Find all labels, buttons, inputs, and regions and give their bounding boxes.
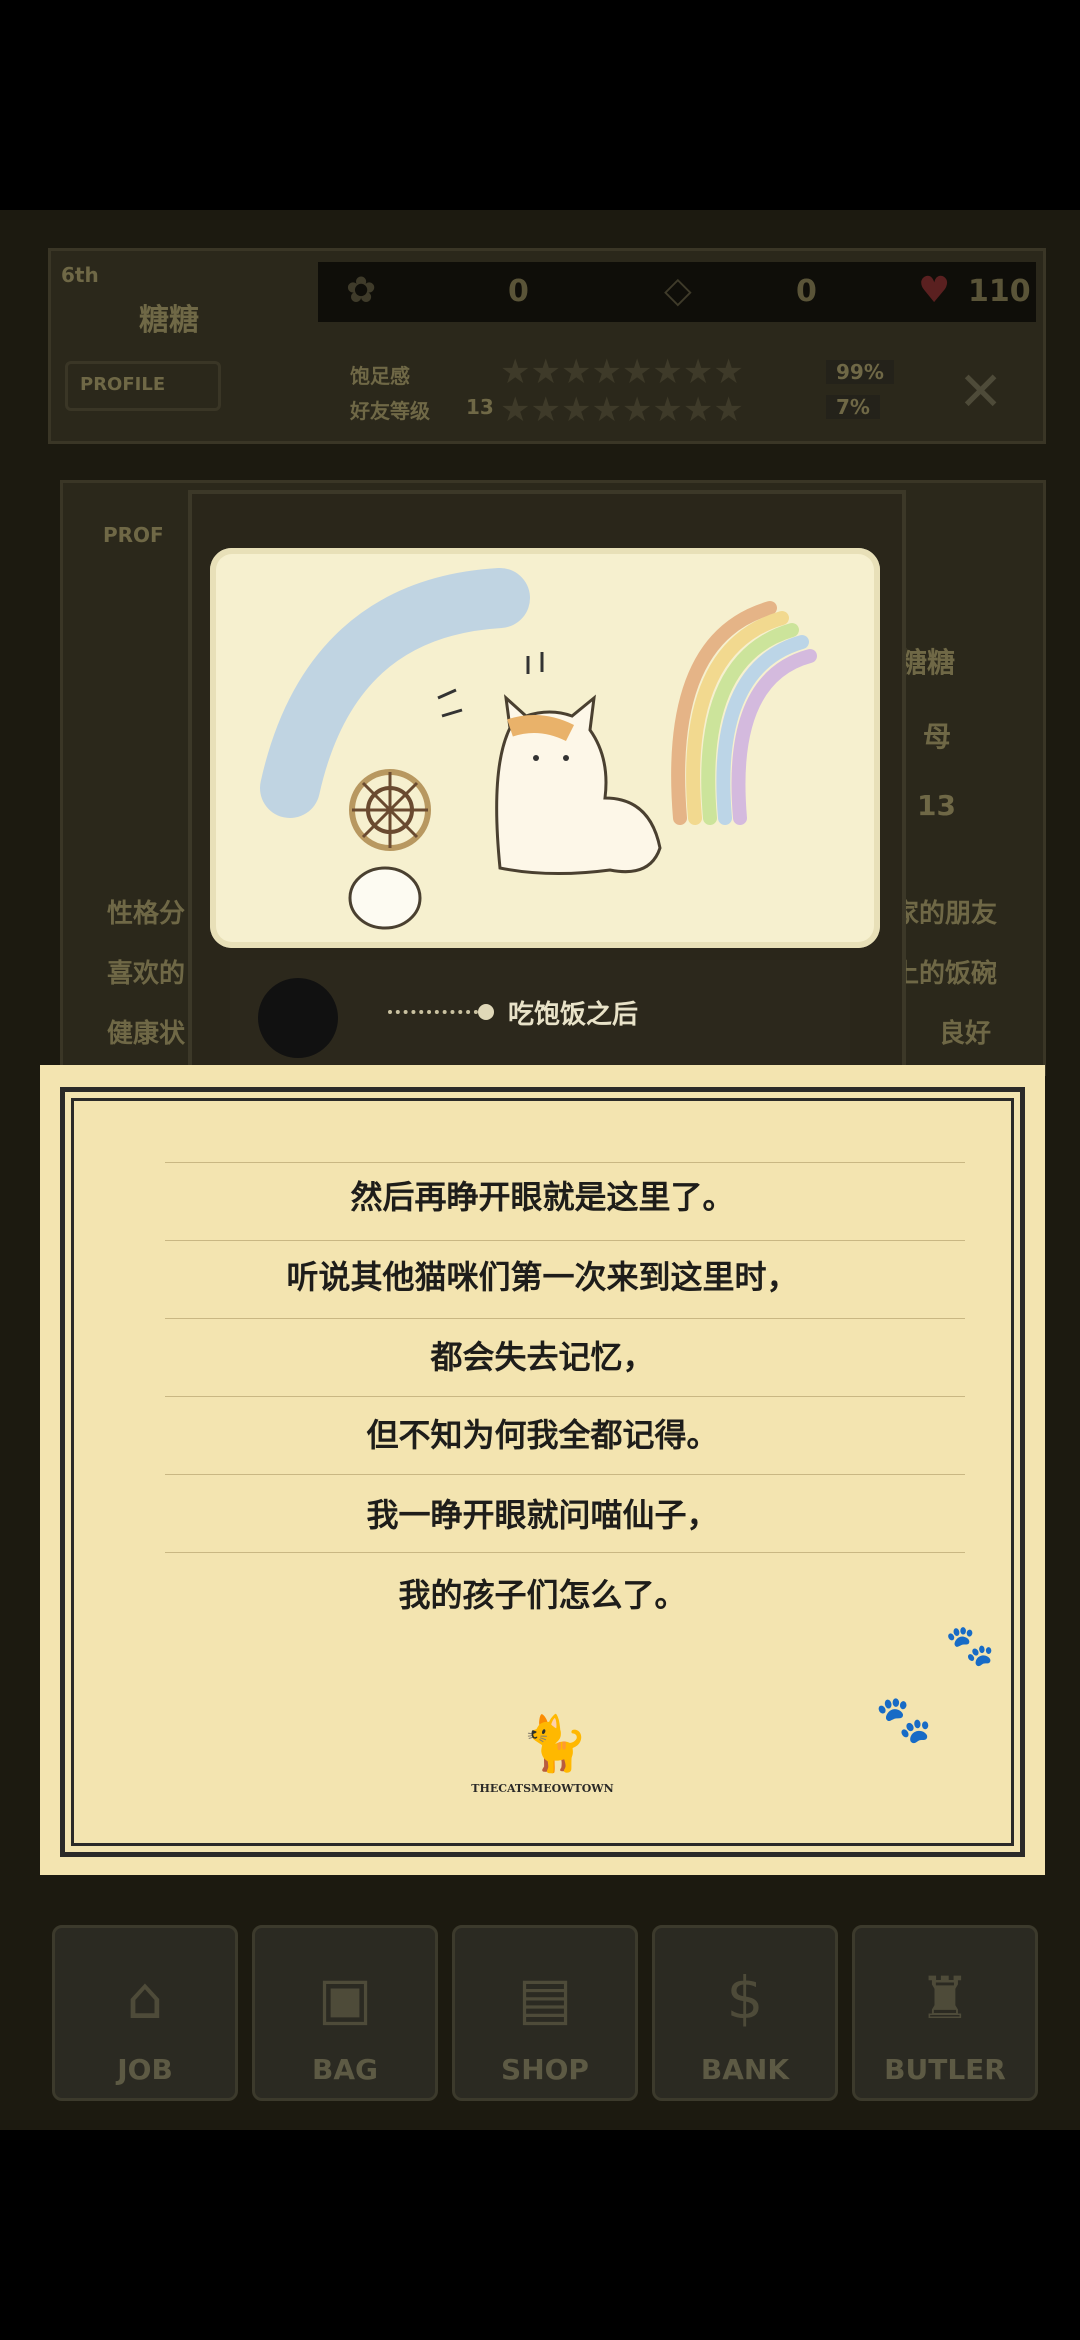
friend-percent: 7% <box>826 395 880 419</box>
job-label: JOB <box>117 2053 173 2086</box>
basket-icon: ▤ <box>517 1964 573 2032</box>
profile-level: 13 <box>917 789 956 822</box>
memory-card-row[interactable]: 吃饱饭之后 <box>230 960 850 1070</box>
cat-name: 糖糖 <box>139 303 199 338</box>
currency-bar: ✿ 0 ◇ 0 ♥ 110 <box>318 262 1036 322</box>
health-value: 良好 <box>939 1019 992 1049</box>
memory-illustration <box>210 548 880 948</box>
butler-label: BUTLER <box>884 2053 1006 2086</box>
friend-stars: ★★★★★★★★ <box>500 390 744 430</box>
fullness-stars: ★★★★★★★★ <box>500 352 744 392</box>
bag-icon: ▣ <box>317 1964 373 2032</box>
ruled-line <box>165 1318 965 1319</box>
bag-button[interactable]: ▣ BAG <box>252 1925 438 2101</box>
paw-icon: ✿ <box>346 270 377 311</box>
recipe-text: 吃饱饭之后 <box>508 1000 639 1030</box>
friend-level: 13 <box>466 395 494 419</box>
fullness-label: 饱足感 <box>350 364 410 388</box>
profile-button-label: PROFILE <box>80 374 166 395</box>
brand-text: THECATSMEOWTOWN <box>471 1782 614 1795</box>
profile-name: 糖糖 <box>899 646 956 679</box>
story-line-4: 但不知为何我全都记得。 <box>366 1416 719 1454</box>
ruled-line <box>165 1240 965 1241</box>
gem-count: 0 <box>796 274 817 309</box>
paw-print-icon: 🐾 <box>875 1692 933 1746</box>
likes-value: 上的饭碗 <box>893 959 998 989</box>
paw-count: 0 <box>508 274 529 309</box>
story-dialog[interactable]: 然后再睁开眼就是这里了。 听说其他猫咪们第一次来到这里时， 都会失去记忆， 但不… <box>40 1065 1045 1875</box>
heart-count: 110 <box>968 274 1031 309</box>
rank-label: 6th <box>61 263 99 287</box>
bank-button[interactable]: $ BANK <box>652 1925 838 2101</box>
story-line-1: 然后再睁开眼就是这里了。 <box>350 1178 735 1216</box>
dotted-line <box>388 1010 478 1014</box>
heart-icon: ♥ <box>918 270 951 311</box>
profile-gender: 母 <box>923 720 952 753</box>
house-icon: ⌂ <box>126 1964 164 2032</box>
story-line-6: 我的孩子们怎么了。 <box>398 1576 687 1614</box>
paw-print-icon: 🐾 <box>945 1623 995 1669</box>
profile-button[interactable]: PROFILE <box>65 361 221 411</box>
personality-value: 家的朋友 <box>893 899 998 929</box>
story-line-5: 我一睁开眼就问喵仙子， <box>366 1496 719 1534</box>
dot-marker <box>478 1004 494 1020</box>
health-label: 健康状 <box>107 1019 186 1049</box>
butler-button[interactable]: ♜ BUTLER <box>852 1925 1038 2101</box>
personality-label: 性格分 <box>107 899 186 929</box>
black-cat-icon: 🐈 <box>521 1712 589 1775</box>
ruled-line <box>165 1162 965 1163</box>
likes-label: 喜欢的 <box>107 959 186 989</box>
story-dialog-border: 然后再睁开眼就是这里了。 听说其他猫咪们第一次来到这里时， 都会失去记忆， 但不… <box>60 1087 1025 1857</box>
friend-level-label: 好友等级 <box>350 399 430 423</box>
tophat-icon: ♜ <box>919 1964 971 2032</box>
memory-icon <box>258 978 338 1058</box>
cat-rainbow-drawing <box>260 568 817 930</box>
ruled-line <box>165 1396 965 1397</box>
story-line-2: 听说其他猫咪们第一次来到这里时， <box>286 1258 799 1296</box>
story-line-3: 都会失去记忆， <box>430 1338 655 1376</box>
bag-label: BAG <box>312 2053 378 2086</box>
fullness-percent: 99% <box>826 360 894 384</box>
ruled-line <box>165 1552 965 1553</box>
close-icon[interactable]: ✕ <box>958 360 1003 423</box>
shop-button[interactable]: ▤ SHOP <box>452 1925 638 2101</box>
job-button[interactable]: ⌂ JOB <box>52 1925 238 2101</box>
profile-tab: PROF <box>103 523 164 547</box>
shop-label: SHOP <box>501 2053 589 2086</box>
ruled-line <box>165 1474 965 1475</box>
gem-icon: ◇ <box>664 270 692 311</box>
bank-label: BANK <box>700 2053 790 2086</box>
dollar-icon: $ <box>726 1964 764 2032</box>
